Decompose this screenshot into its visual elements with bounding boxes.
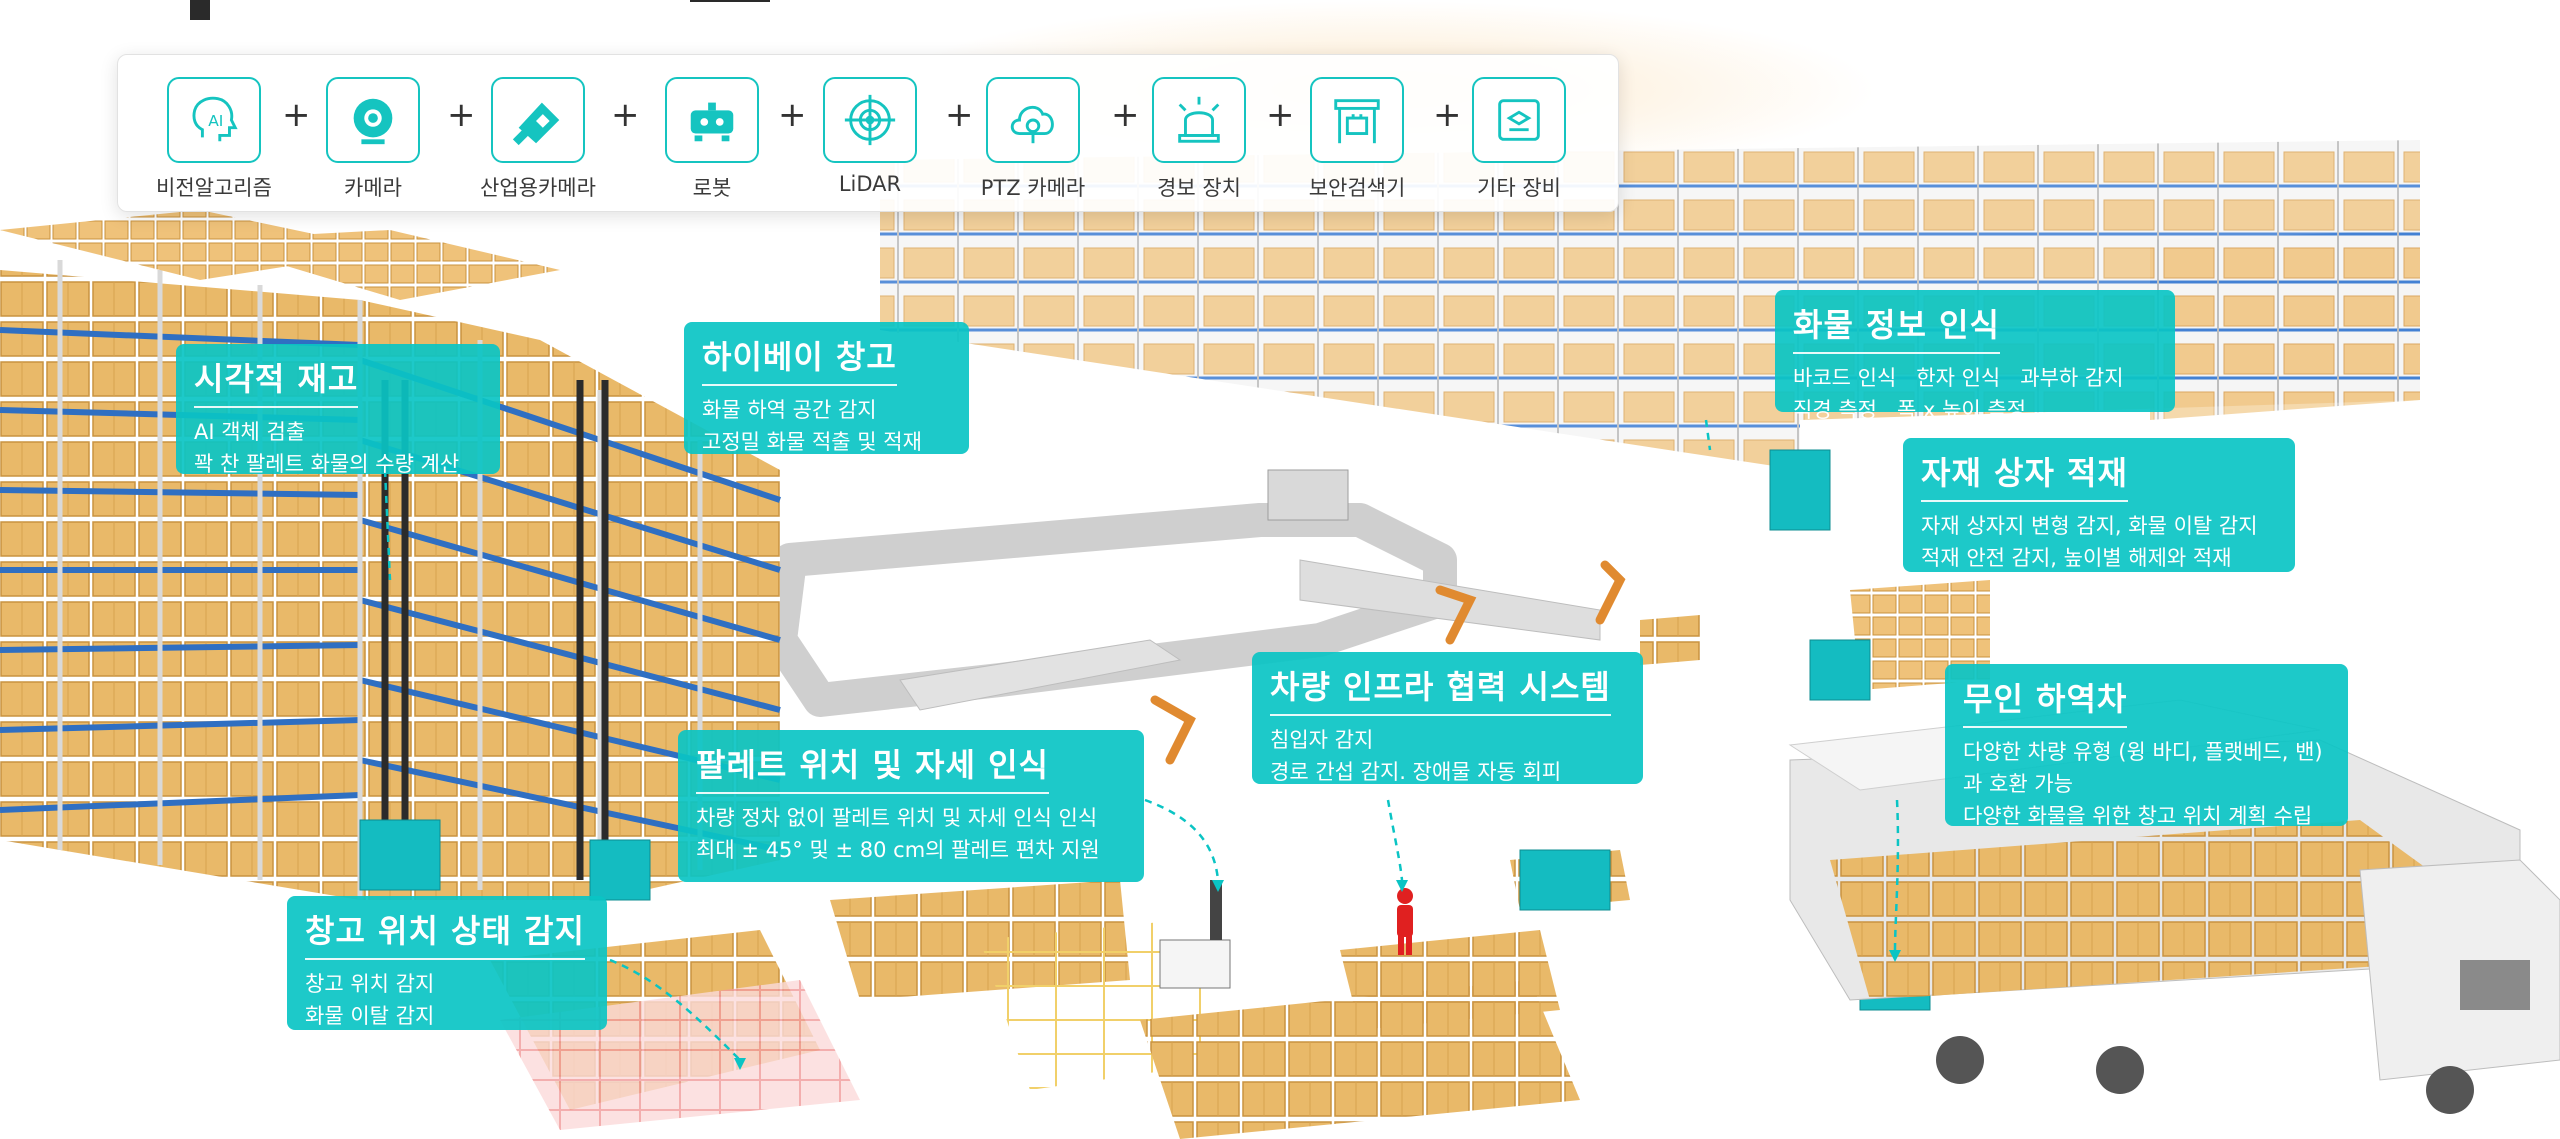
callout-line: 적재 안전 감지, 높이별 해제와 적재	[1921, 546, 2232, 570]
callout-pallet-pose: 팔레트 위치 및 자세 인식 차량 정차 없이 팔레트 위치 및 자세 인식 인…	[678, 730, 1144, 882]
industrial-camera-icon	[491, 77, 585, 163]
callout-line: 차량 정차 없이 팔레트 위치 및 자세 인식 인식	[696, 806, 1098, 830]
callout-line: 자재 상자지 변형 감지, 화물 이탈 감지	[1921, 514, 2258, 538]
callout-line: 바코드 인식 한자 인식 과부하 감지	[1793, 366, 2124, 390]
tool-label: 카메라	[344, 176, 402, 200]
callout-title: 차량 인프라 협력 시스템	[1270, 662, 1611, 716]
tool-label: LiDAR	[838, 172, 902, 196]
tool-other-device[interactable]: 기타 장비	[1444, 77, 1594, 202]
alarm-icon	[1152, 77, 1246, 163]
callout-line: 다양한 화물을 위한 창고 위치 계획 수립	[1963, 804, 2313, 828]
tool-label: 기타 장비	[1477, 176, 1561, 200]
callout-line: 다양한 차량 유형 (윙 바디, 플랫베드, 밴)과 호환 가능	[1963, 740, 2323, 796]
security-scanner-icon	[1310, 77, 1404, 163]
callout-line: 꽉 찬 팔레트 화물의 수량 계산	[194, 452, 460, 476]
tool-lidar[interactable]: LiDAR	[795, 77, 945, 196]
tool-vision-algorithm[interactable]: AI 비전알고리즘	[139, 77, 289, 202]
callout-title: 자재 상자 적재	[1921, 448, 2128, 502]
callout-title: 무인 하역차	[1963, 674, 2128, 728]
callout-title: 하이베이 창고	[702, 332, 897, 386]
callout-title: 시각적 재고	[194, 354, 359, 408]
callout-v2x: 차량 인프라 협력 시스템 침입자 감지 경로 간섭 감지. 장애물 자동 회피	[1252, 652, 1643, 784]
tool-industrial-camera[interactable]: 산업용카메라	[463, 77, 613, 202]
ai-head-icon: AI	[167, 77, 261, 163]
callout-line: 창고 위치 감지	[305, 972, 435, 996]
svg-text:AI: AI	[208, 112, 223, 130]
callout-line: 최대 ± 45° 및 ± 80 cm의 팔레트 편차 지원	[696, 838, 1100, 862]
callout-line: 화물 하역 공간 감지	[702, 398, 877, 422]
tool-label: 로봇	[692, 176, 732, 200]
callout-line: 화물 이탈 감지	[305, 1004, 435, 1028]
ptz-camera-icon	[986, 77, 1080, 163]
tool-label: 경보 장치	[1157, 176, 1241, 200]
callout-unmanned-unloader: 무인 하역차 다양한 차량 유형 (윙 바디, 플랫베드, 밴)과 호환 가능 …	[1945, 664, 2348, 828]
callout-visual-inventory: 시각적 재고 AI 객체 검출 꽉 찬 팔레트 화물의 수량 계산	[176, 344, 500, 476]
callout-line: 고정밀 화물 적출 및 적재	[702, 430, 922, 454]
other-device-icon	[1472, 77, 1566, 163]
camera-icon	[326, 77, 420, 163]
callout-line: 직경 측정 폭 x 높이 측정	[1793, 398, 2027, 422]
tool-label: 보안검색기	[1308, 176, 1406, 200]
callout-cargo-info: 화물 정보 인식 바코드 인식 한자 인식 과부하 감지 직경 측정 폭 x 높…	[1775, 290, 2175, 422]
tool-robot[interactable]: 로봇	[637, 77, 787, 202]
callout-line: 경로 간섭 감지. 장애물 자동 회피	[1270, 760, 1562, 784]
robot-icon	[665, 77, 759, 163]
plus-separator: +	[611, 95, 640, 135]
tool-alarm[interactable]: 경보 장치	[1124, 77, 1274, 202]
callout-line: 침입자 감지	[1270, 728, 1374, 752]
callout-title: 팔레트 위치 및 자세 인식	[696, 740, 1049, 794]
tool-ptz-camera[interactable]: PTZ 카메라	[958, 77, 1108, 202]
device-toolbar: AI 비전알고리즘 + 카메라 + 산업용카메라 + 로봇 + LiDAR + …	[117, 54, 1619, 212]
tool-label: PTZ 카메라	[980, 176, 1086, 200]
tool-label: 비전알고리즘	[156, 176, 272, 200]
callout-highbay: 하이베이 창고 화물 하역 공간 감지 고정밀 화물 적출 및 적재	[684, 322, 969, 454]
callout-title: 창고 위치 상태 감지	[305, 906, 585, 960]
tool-security-scanner[interactable]: 보안검색기	[1282, 77, 1432, 202]
lidar-icon	[823, 77, 917, 163]
callout-title: 화물 정보 인식	[1793, 300, 2000, 354]
callout-box-stacking: 자재 상자 적재 자재 상자지 변형 감지, 화물 이탈 감지 적재 안전 감지…	[1903, 438, 2295, 572]
callout-slot-status: 창고 위치 상태 감지 창고 위치 감지 화물 이탈 감지	[287, 896, 607, 1030]
tool-camera[interactable]: 카메라	[298, 77, 448, 202]
callout-line: AI 객체 검출	[194, 420, 306, 444]
tool-label: 산업용카메라	[480, 176, 596, 200]
